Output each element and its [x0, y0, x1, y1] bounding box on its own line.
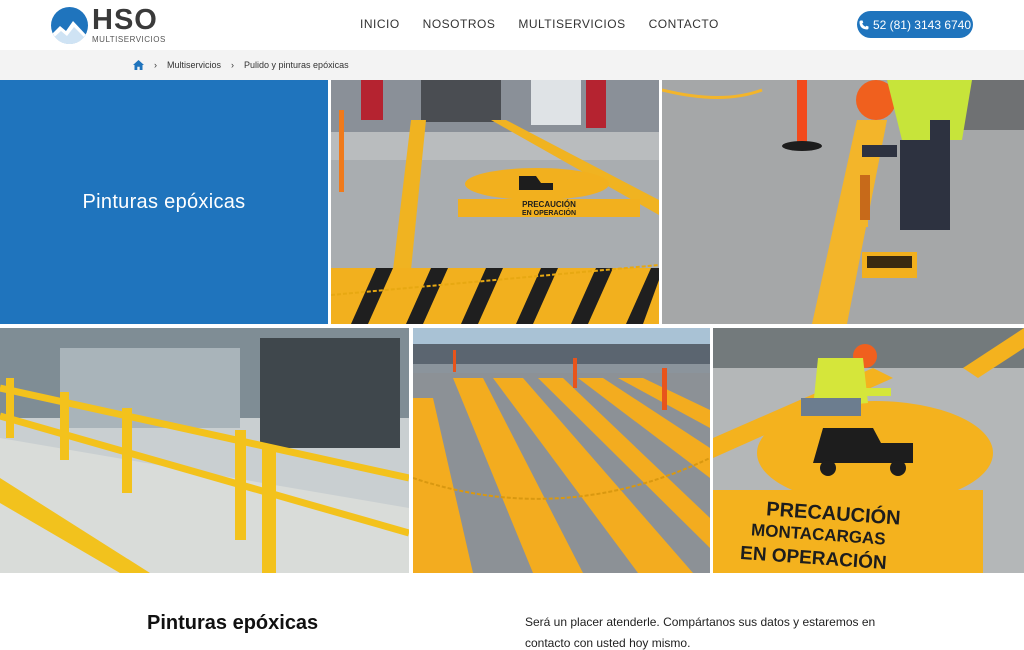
site-header: HSO MULTISERVICIOS INICIO NOSOTROS MULTI…	[0, 0, 1024, 50]
breadcrumb-separator: ›	[231, 60, 235, 70]
nav-item-contacto[interactable]: CONTACTO	[649, 17, 719, 31]
gallery-photo-yellow-railings[interactable]	[0, 328, 409, 573]
nav-item-nosotros[interactable]: NOSOTROS	[423, 17, 496, 31]
breadcrumb: › Multiservicios › Pulido y pinturas epó…	[0, 50, 1024, 80]
breadcrumb-item-current: Pulido y pinturas epóxicas	[244, 60, 349, 70]
mountain-logo-icon	[51, 6, 88, 44]
nav-item-inicio[interactable]: INICIO	[360, 17, 400, 31]
phone-number: 52 (81) 3143 6740	[872, 17, 972, 32]
gallery-title-tile: Pinturas epóxicas	[0, 80, 328, 324]
logo-tagline: MULTISERVICIOS	[92, 35, 166, 44]
gallery-title: Pinturas epóxicas	[82, 190, 246, 213]
home-icon[interactable]	[133, 60, 144, 70]
nav-item-multiservicios[interactable]: MULTISERVICIOS	[518, 17, 625, 31]
phone-button[interactable]: 52 (81) 3143 6740	[857, 11, 973, 38]
logo-name: HSO	[92, 4, 158, 36]
main-nav: INICIO NOSOTROS MULTISERVICIOS CONTACTO	[360, 17, 742, 31]
logo[interactable]: HSO MULTISERVICIOS	[51, 6, 166, 44]
sign-text: PRECAUCIÓN	[522, 200, 576, 209]
content-heading: Pinturas epóxicas	[147, 612, 319, 634]
breadcrumb-separator: ›	[154, 60, 157, 70]
gallery-photo-forklift-sign[interactable]: PRECAUCIÓN MONTACARGAS EN OPERACIÓN	[713, 328, 1024, 573]
gallery-photo-forklift-lane[interactable]: PRECAUCIÓN EN OPERACIÓN	[331, 80, 659, 324]
gallery-photo-worker-painting[interactable]	[662, 80, 1024, 324]
breadcrumb-item-multiservicios[interactable]: Multiservicios	[167, 60, 221, 70]
sign-text: EN OPERACIÓN	[522, 208, 576, 217]
gallery-photo-pedestrian-crossing[interactable]	[413, 328, 710, 573]
phone-icon	[859, 20, 869, 29]
contact-intro-text: Será un placer atenderle. Compártanos su…	[525, 615, 876, 650]
